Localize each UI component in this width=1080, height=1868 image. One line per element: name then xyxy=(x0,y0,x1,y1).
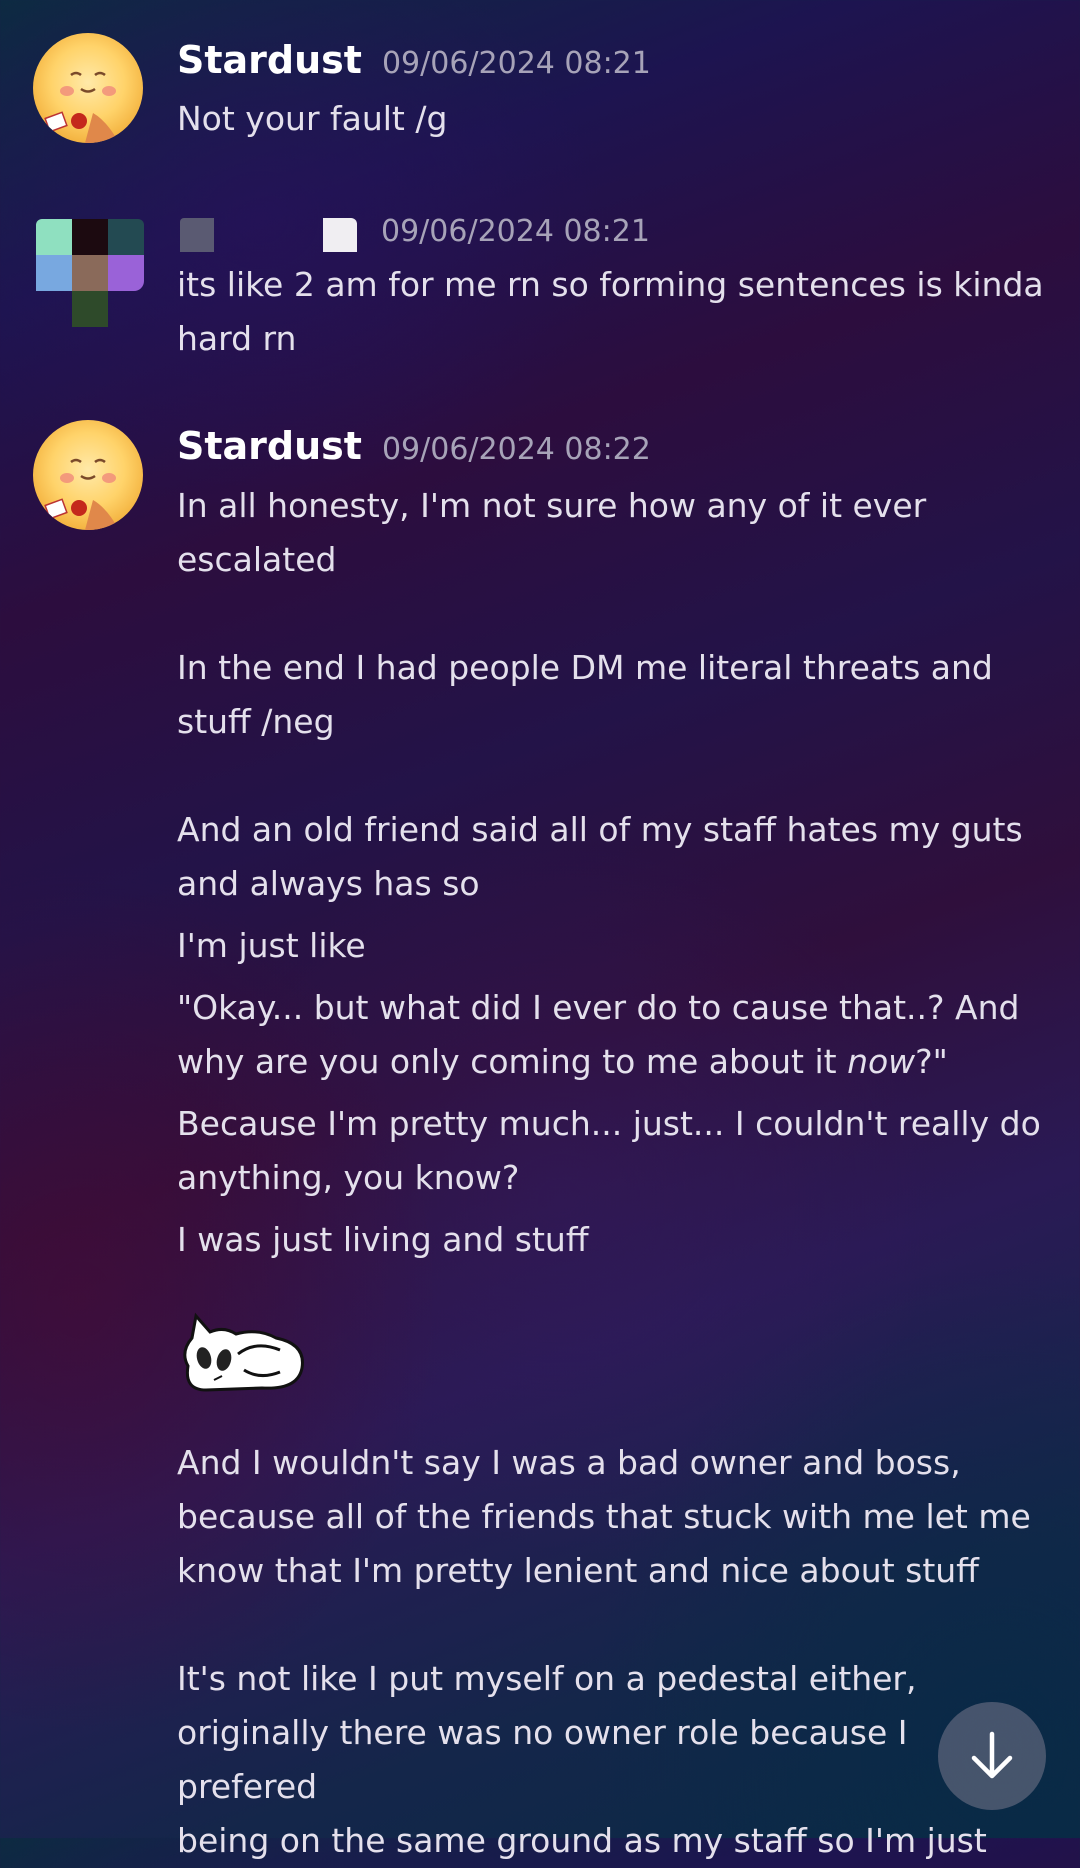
message-line: anything, you know? xyxy=(177,1158,520,1197)
message-line: because all of the friends that stuck wi… xyxy=(177,1497,1031,1536)
redacted-block xyxy=(323,218,357,252)
emphasis: now xyxy=(847,1042,916,1081)
message-content: In all honesty, I'm not sure how any of … xyxy=(177,479,1057,1267)
timestamp: 09/06/2024 08:22 xyxy=(381,432,651,467)
username[interactable]: Stardust xyxy=(177,424,362,468)
message-line: In the end I had people DM me literal th… xyxy=(177,648,993,687)
pixelated-avatar-icon[interactable] xyxy=(36,219,144,327)
message-line: "Okay... but what did I ever do to cause… xyxy=(177,988,1020,1027)
user-avatar-stardust[interactable] xyxy=(33,420,143,530)
timestamp: 09/06/2024 08:21 xyxy=(381,214,650,249)
redacted-block xyxy=(180,218,214,252)
jump-to-bottom-button[interactable] xyxy=(938,1702,1046,1810)
message-line: why are you only coming to me about it n… xyxy=(177,1042,948,1081)
message-line: It's not like I put myself on a pedestal… xyxy=(177,1659,917,1698)
message-line: Because I'm pretty much... just... I cou… xyxy=(177,1104,1041,1143)
message-line: being on the same ground as my staff so … xyxy=(177,1821,987,1860)
arrow-down-icon xyxy=(971,1731,1013,1779)
message-line: its like 2 am for me rn so forming sente… xyxy=(177,265,1044,304)
message-line: Not your fault /g xyxy=(177,99,448,138)
sleeping-cat-sticker-icon[interactable] xyxy=(174,1306,308,1392)
message-content: its like 2 am for me rn so forming sente… xyxy=(177,258,1057,366)
message-content: And I wouldn't say I was a bad owner and… xyxy=(177,1436,1057,1868)
message-line: I'm just like xyxy=(177,926,366,965)
message-line: In all honesty, I'm not sure how any of … xyxy=(177,486,927,525)
username[interactable]: Stardust xyxy=(177,38,362,82)
timestamp: 09/06/2024 08:21 xyxy=(381,46,651,81)
message-line: hard rn xyxy=(177,319,297,358)
message-line: and always has so xyxy=(177,864,480,903)
message-line: know that I'm pretty lenient and nice ab… xyxy=(177,1551,979,1590)
message-line: originally there was no owner role becau… xyxy=(177,1713,908,1806)
message-line: stuff /neg xyxy=(177,702,335,741)
user-avatar-stardust[interactable] xyxy=(33,33,143,143)
message-line: And I wouldn't say I was a bad owner and… xyxy=(177,1443,961,1482)
message-line: I was just living and stuff xyxy=(177,1220,589,1259)
cartoon-character-avatar-icon xyxy=(44,71,119,143)
message-line: And an old friend said all of my staff h… xyxy=(177,810,1023,849)
message-content: Not your fault /g xyxy=(177,92,1057,146)
message-line: escalated xyxy=(177,540,337,579)
cartoon-character-avatar-icon xyxy=(44,458,119,530)
